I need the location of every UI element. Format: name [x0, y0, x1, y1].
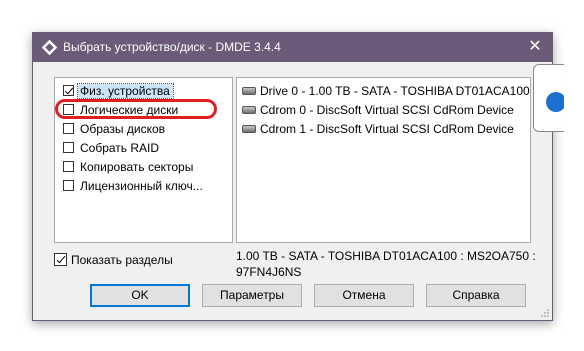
checkbox-disk-images[interactable] [63, 123, 74, 134]
side-popup-fragment [533, 64, 564, 132]
title-bar[interactable]: Выбрать устройство/диск - DMDE 3.4.4 ✕ [33, 33, 552, 62]
info-line-2: 97FN4J6NS [236, 265, 302, 279]
checkbox-copy-sectors[interactable] [63, 161, 74, 172]
dmde-app-icon [42, 40, 57, 55]
parameters-button[interactable]: Параметры [202, 284, 302, 307]
option-label: Собрать RAID [80, 141, 160, 155]
option-label: Лицензионный ключ... [80, 179, 203, 193]
checkbox-license-key[interactable] [63, 180, 74, 191]
close-icon[interactable]: ✕ [518, 33, 552, 62]
cdrom-drive-icon [242, 106, 256, 114]
device-label: Cdrom 0 - DiscSoft Virtual SCSI CdRom De… [260, 103, 514, 117]
blue-circle-icon [546, 92, 564, 112]
option-label: Образы дисков [80, 122, 166, 136]
help-button[interactable]: Справка [426, 284, 526, 307]
info-line-1: 1.00 TB - SATA - TOSHIBA DT01ACA100 : MS… [236, 249, 536, 263]
cancel-button[interactable]: Отмена [314, 284, 414, 307]
checkbox-physical-devices[interactable] [63, 85, 74, 96]
checkbox-build-raid[interactable] [63, 142, 74, 153]
ok-button[interactable]: OK [90, 284, 190, 307]
device-label: Cdrom 1 - DiscSoft Virtual SCSI CdRom De… [260, 122, 514, 136]
resize-grip-icon[interactable] [540, 308, 550, 318]
selected-device-info: 1.00 TB - SATA - TOSHIBA DT01ACA100 : MS… [236, 248, 536, 280]
hard-drive-icon [242, 87, 256, 95]
dmde-select-device-dialog: Выбрать устройство/диск - DMDE 3.4.4 ✕ Ф… [32, 32, 564, 321]
device-label: Drive 0 - 1.00 TB - SATA - TOSHIBA DT01A… [260, 84, 530, 98]
window-title: Выбрать устройство/диск - DMDE 3.4.4 [63, 40, 281, 54]
device-list: Drive 0 - 1.00 TB - SATA - TOSHIBA DT01A… [236, 77, 531, 243]
option-label: Физ. устройства [77, 83, 174, 99]
option-label: Копировать секторы [80, 160, 194, 174]
show-partitions-label: Показать разделы [71, 253, 173, 267]
cdrom-drive-icon [242, 125, 256, 133]
red-highlight-annotation [55, 99, 217, 119]
checkbox-show-partitions[interactable] [54, 253, 67, 266]
